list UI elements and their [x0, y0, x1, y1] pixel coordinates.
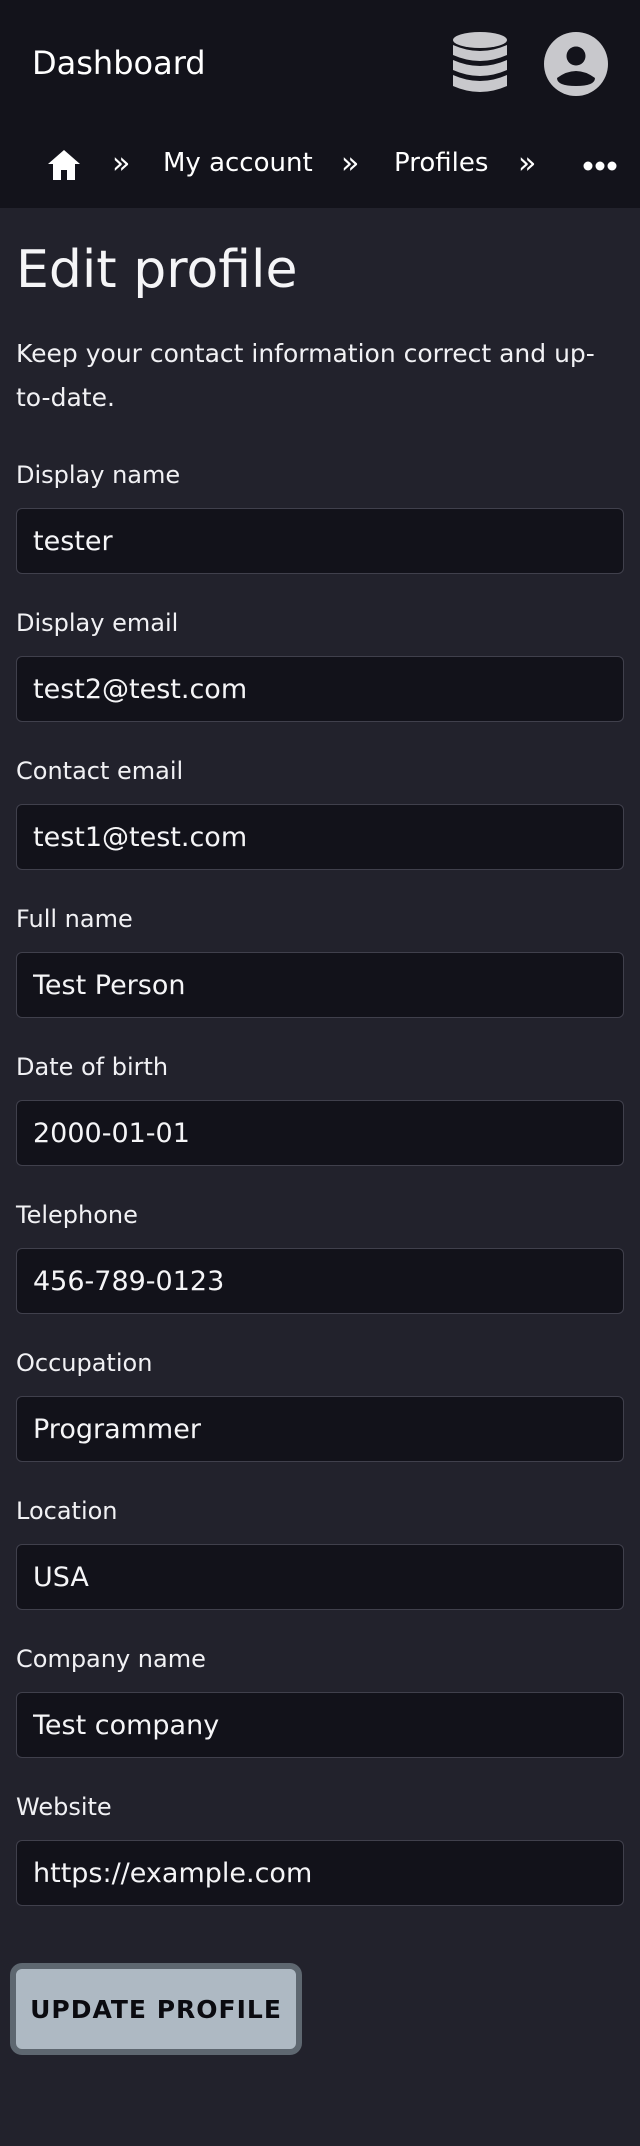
contact-email-label: Contact email [16, 757, 184, 785]
breadcrumb-profiles[interactable]: Profiles [394, 145, 488, 181]
telephone-field[interactable] [16, 1248, 624, 1314]
occupation-label: Occupation [16, 1349, 153, 1377]
date-of-birth-field[interactable] [16, 1100, 624, 1166]
breadcrumb-my-account[interactable]: My account [163, 145, 313, 181]
display-name-label: Display name [16, 461, 181, 489]
location-field[interactable] [16, 1544, 624, 1610]
website-label: Website [16, 1793, 112, 1821]
page-intro: Keep your contact information correct an… [16, 339, 595, 412]
contact-email-field[interactable] [16, 804, 624, 870]
company-name-label: Company name [16, 1645, 206, 1673]
breadcrumb [0, 128, 640, 208]
breadcrumb-separator: » [341, 146, 360, 181]
company-name-field[interactable] [16, 1692, 624, 1758]
update-profile-button[interactable]: UPDATE PROFILE [10, 1963, 302, 2055]
home-icon[interactable] [47, 149, 81, 181]
display-email-field[interactable] [16, 656, 624, 722]
breadcrumb-separator: » [112, 146, 131, 181]
full-name-label: Full name [16, 905, 133, 933]
date-of-birth-label: Date of birth [16, 1053, 169, 1081]
account-circle-icon[interactable] [543, 31, 609, 97]
full-name-field[interactable] [16, 952, 624, 1018]
location-label: Location [16, 1497, 118, 1525]
breadcrumb-separator: » [518, 146, 537, 181]
display-email-label: Display email [16, 609, 179, 637]
app-title[interactable]: Dashboard [32, 40, 206, 86]
more-horizontal-icon[interactable] [583, 160, 617, 172]
telephone-label: Telephone [16, 1201, 138, 1229]
display-name-field[interactable] [16, 508, 624, 574]
occupation-field[interactable] [16, 1396, 624, 1462]
database-icon[interactable] [451, 31, 509, 97]
page-title: Edit profile [16, 240, 298, 300]
website-field[interactable] [16, 1840, 624, 1906]
